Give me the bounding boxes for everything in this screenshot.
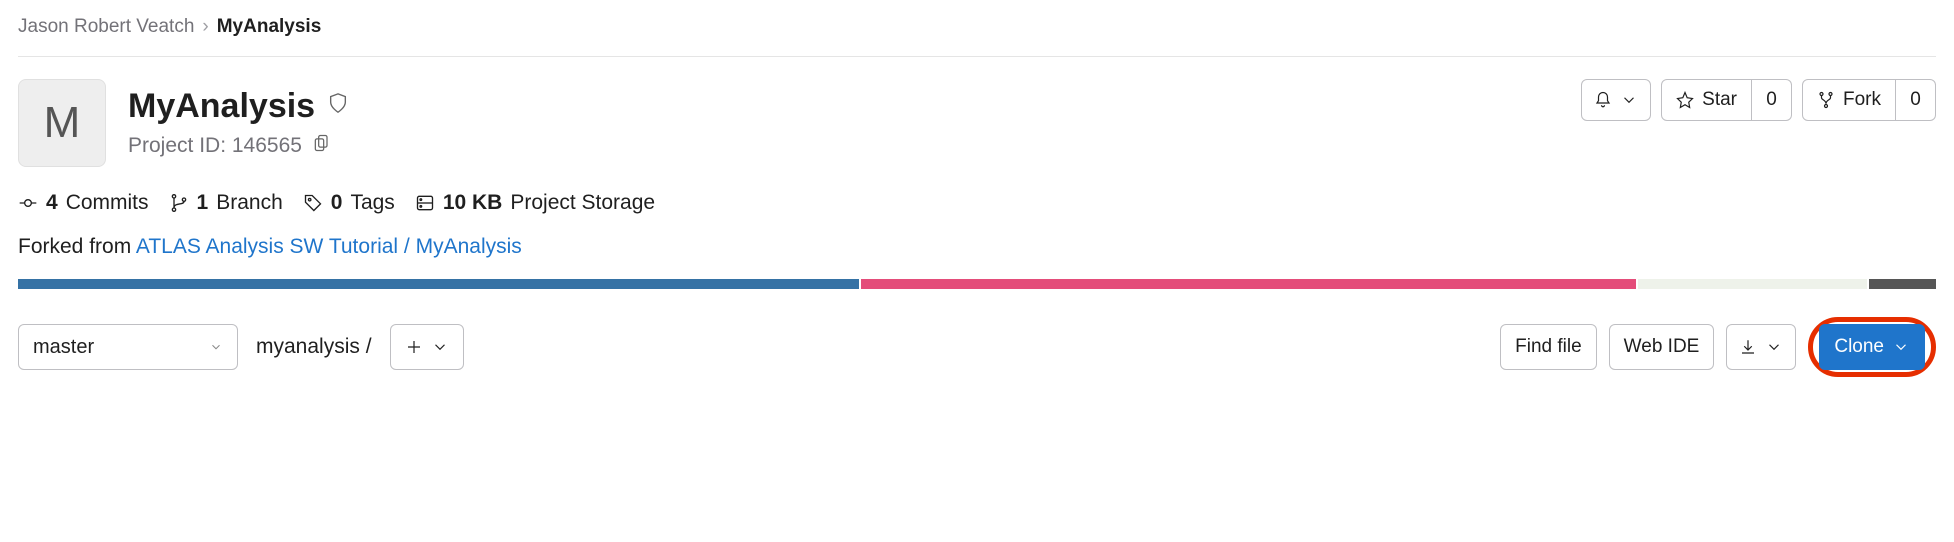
commits-count: 4: [46, 191, 58, 215]
breadcrumb-owner[interactable]: Jason Robert Veatch: [18, 16, 194, 38]
copy-icon[interactable]: [312, 132, 332, 160]
project-header: M MyAnalysis Project ID: 146565: [18, 79, 1936, 167]
project-avatar: M: [18, 79, 106, 167]
clone-button[interactable]: Clone: [1819, 324, 1925, 370]
project-id-line: Project ID: 146565: [128, 132, 349, 160]
chevron-down-icon: [1765, 338, 1783, 356]
chevron-down-icon: [1892, 338, 1910, 356]
language-segment[interactable]: [1869, 279, 1936, 289]
branch-selector[interactable]: master: [18, 324, 238, 370]
star-icon: [1676, 91, 1694, 109]
breadcrumb: Jason Robert Veatch › MyAnalysis: [18, 16, 1936, 38]
web-ide-button[interactable]: Web IDE: [1609, 324, 1715, 370]
language-bar[interactable]: [18, 279, 1936, 289]
branch-icon: [169, 193, 189, 213]
star-button-group: Star 0: [1661, 79, 1792, 121]
clone-highlight-annotation: Clone: [1808, 317, 1936, 377]
chevron-down-icon: [431, 338, 449, 356]
star-label: Star: [1702, 89, 1737, 111]
tags-count: 0: [331, 191, 343, 215]
download-button[interactable]: [1726, 324, 1796, 370]
language-segment[interactable]: [861, 279, 1635, 289]
plus-icon: [405, 338, 423, 356]
repo-toolbar: master myanalysis / Find file Web IDE Cl…: [18, 317, 1936, 377]
disk-icon: [415, 193, 435, 213]
shield-icon[interactable]: [327, 90, 349, 122]
clone-label: Clone: [1834, 336, 1884, 358]
chevron-down-icon: [1620, 91, 1638, 109]
commits-stat[interactable]: 4 Commits: [18, 191, 149, 215]
star-button[interactable]: Star: [1661, 79, 1752, 121]
download-icon: [1739, 338, 1757, 356]
repo-path-name: myanalysis: [256, 335, 360, 358]
breadcrumb-current: MyAnalysis: [217, 16, 322, 38]
branches-stat[interactable]: 1 Branch: [169, 191, 283, 215]
project-header-left: M MyAnalysis Project ID: 146565: [18, 79, 349, 167]
branches-count: 1: [197, 191, 209, 215]
project-stats: 4 Commits 1 Branch 0 Tags 10 KB Project …: [18, 191, 1936, 215]
commits-label: Commits: [66, 191, 149, 215]
divider: [18, 56, 1936, 57]
commit-icon: [18, 193, 38, 213]
language-segment[interactable]: [18, 279, 859, 289]
branch-name: master: [33, 336, 94, 359]
star-count[interactable]: 0: [1752, 79, 1792, 121]
repo-path[interactable]: myanalysis /: [256, 335, 372, 359]
fork-button-group: Fork 0: [1802, 79, 1936, 121]
storage-label: Project Storage: [510, 191, 655, 215]
chevron-down-icon: [209, 340, 223, 354]
notification-button[interactable]: [1581, 79, 1651, 121]
project-id-text: Project ID: 146565: [128, 134, 302, 158]
fork-count[interactable]: 0: [1896, 79, 1936, 121]
repo-toolbar-left: master myanalysis /: [18, 324, 464, 370]
storage-stat[interactable]: 10 KB Project Storage: [415, 191, 655, 215]
add-dropdown-button[interactable]: [390, 324, 464, 370]
project-title: MyAnalysis: [128, 87, 315, 126]
storage-size: 10 KB: [443, 191, 503, 215]
fork-label: Fork: [1843, 89, 1881, 111]
forked-from-link[interactable]: ATLAS Analysis SW Tutorial / MyAnalysis: [136, 235, 522, 258]
fork-icon: [1817, 91, 1835, 109]
find-file-button[interactable]: Find file: [1500, 324, 1597, 370]
repo-toolbar-right: Find file Web IDE Clone: [1500, 317, 1936, 377]
tags-stat[interactable]: 0 Tags: [303, 191, 395, 215]
language-segment[interactable]: [1638, 279, 1867, 289]
breadcrumb-separator: ›: [202, 16, 208, 38]
forked-from-row: Forked from ATLAS Analysis SW Tutorial /…: [18, 235, 1936, 259]
tag-icon: [303, 193, 323, 213]
tags-label: Tags: [350, 191, 394, 215]
project-title-line: MyAnalysis: [128, 87, 349, 126]
project-title-block: MyAnalysis Project ID: 146565: [128, 87, 349, 160]
fork-button[interactable]: Fork: [1802, 79, 1896, 121]
forked-prefix: Forked from: [18, 235, 136, 258]
project-header-right: Star 0 Fork 0: [1581, 79, 1936, 121]
branches-label: Branch: [216, 191, 283, 215]
bell-icon: [1594, 91, 1612, 109]
